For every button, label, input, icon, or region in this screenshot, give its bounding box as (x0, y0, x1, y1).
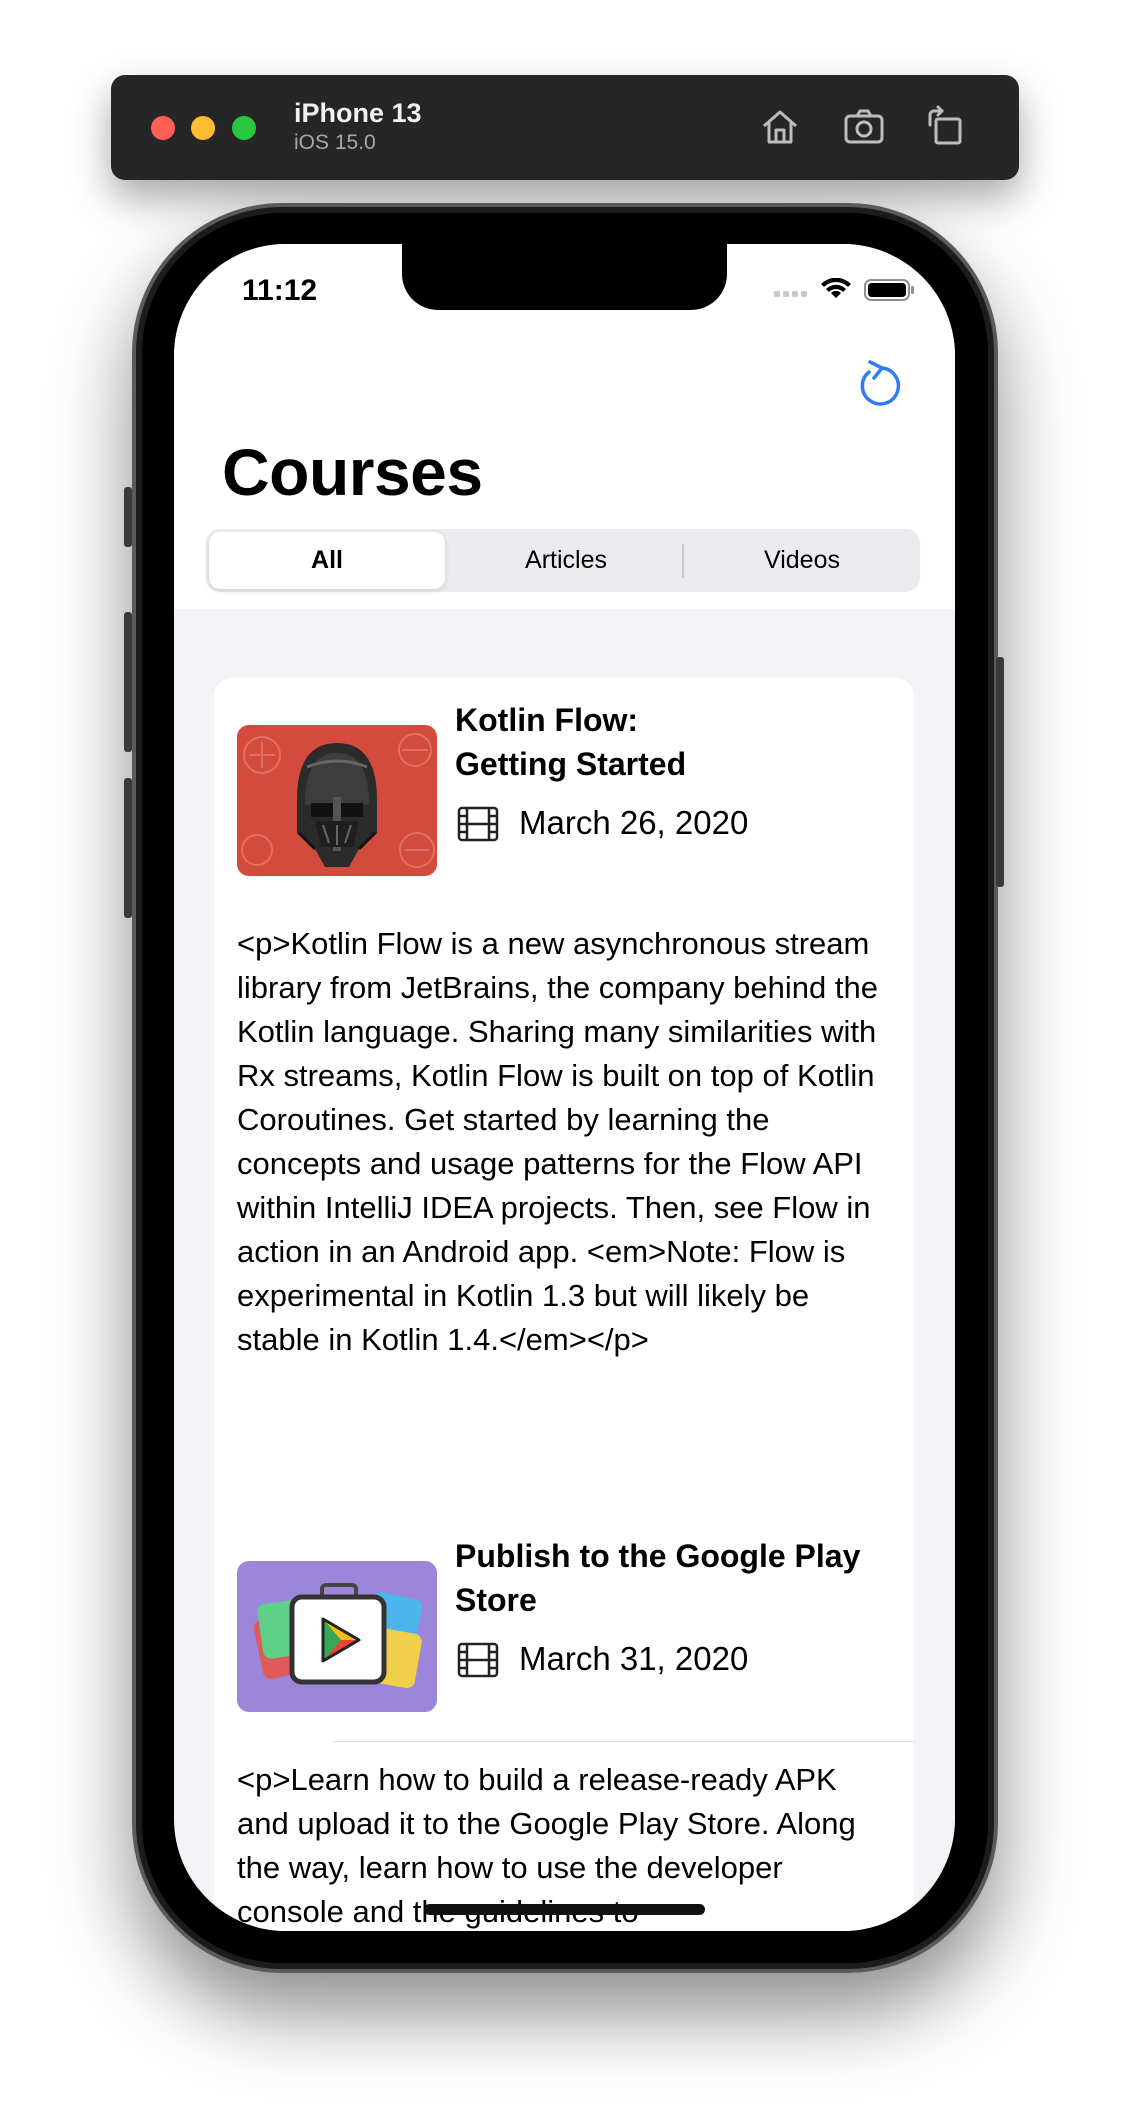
power-button (996, 657, 1004, 887)
silent-switch (124, 487, 132, 547)
minimize-window-button[interactable] (191, 116, 215, 140)
close-window-button[interactable] (151, 116, 175, 140)
device-name: iPhone 13 (294, 98, 422, 128)
refresh-icon[interactable] (854, 356, 902, 410)
film-icon (457, 806, 499, 842)
status-icons (774, 277, 924, 302)
course-title[interactable]: Kotlin Flow: Getting Started (455, 698, 885, 786)
screenshot-icon[interactable] (842, 105, 886, 149)
segment-articles[interactable]: Articles (448, 529, 684, 592)
course-thumbnail[interactable] (237, 725, 437, 876)
page-title: Courses (222, 435, 483, 509)
signal-icon (774, 291, 807, 297)
segment-divider (682, 544, 684, 578)
battery-icon (864, 279, 914, 301)
course-date: March 31, 2020 (519, 1640, 749, 1677)
course-thumbnail[interactable] (237, 1561, 437, 1712)
row-separator (333, 1741, 914, 1742)
segment-all[interactable]: All (209, 532, 445, 589)
filter-segmented-control: All Articles Videos (206, 529, 920, 592)
status-time: 11:12 (242, 274, 318, 307)
wifi-icon (821, 277, 851, 298)
home-indicator[interactable] (424, 1904, 705, 1915)
course-date: March 26, 2020 (519, 804, 749, 841)
device-screen: 11:12 Courses All Articles Videos Kotlin… (174, 244, 955, 1931)
course-list: Kotlin Flow: Getting Started March 26, 2… (214, 678, 914, 1931)
notch (402, 244, 727, 310)
rotate-icon[interactable] (922, 105, 966, 149)
course-title[interactable]: Publish to the Google Play Store (455, 1534, 885, 1622)
volume-down-button (124, 778, 132, 918)
volume-up-button (124, 612, 132, 752)
home-icon[interactable] (758, 105, 802, 149)
segment-videos[interactable]: Videos (684, 529, 920, 592)
zoom-window-button[interactable] (232, 116, 256, 140)
film-icon (457, 1642, 499, 1678)
course-description: <p>Kotlin Flow is a new asynchronous str… (237, 926, 878, 1357)
os-version: iOS 15.0 (294, 131, 376, 154)
